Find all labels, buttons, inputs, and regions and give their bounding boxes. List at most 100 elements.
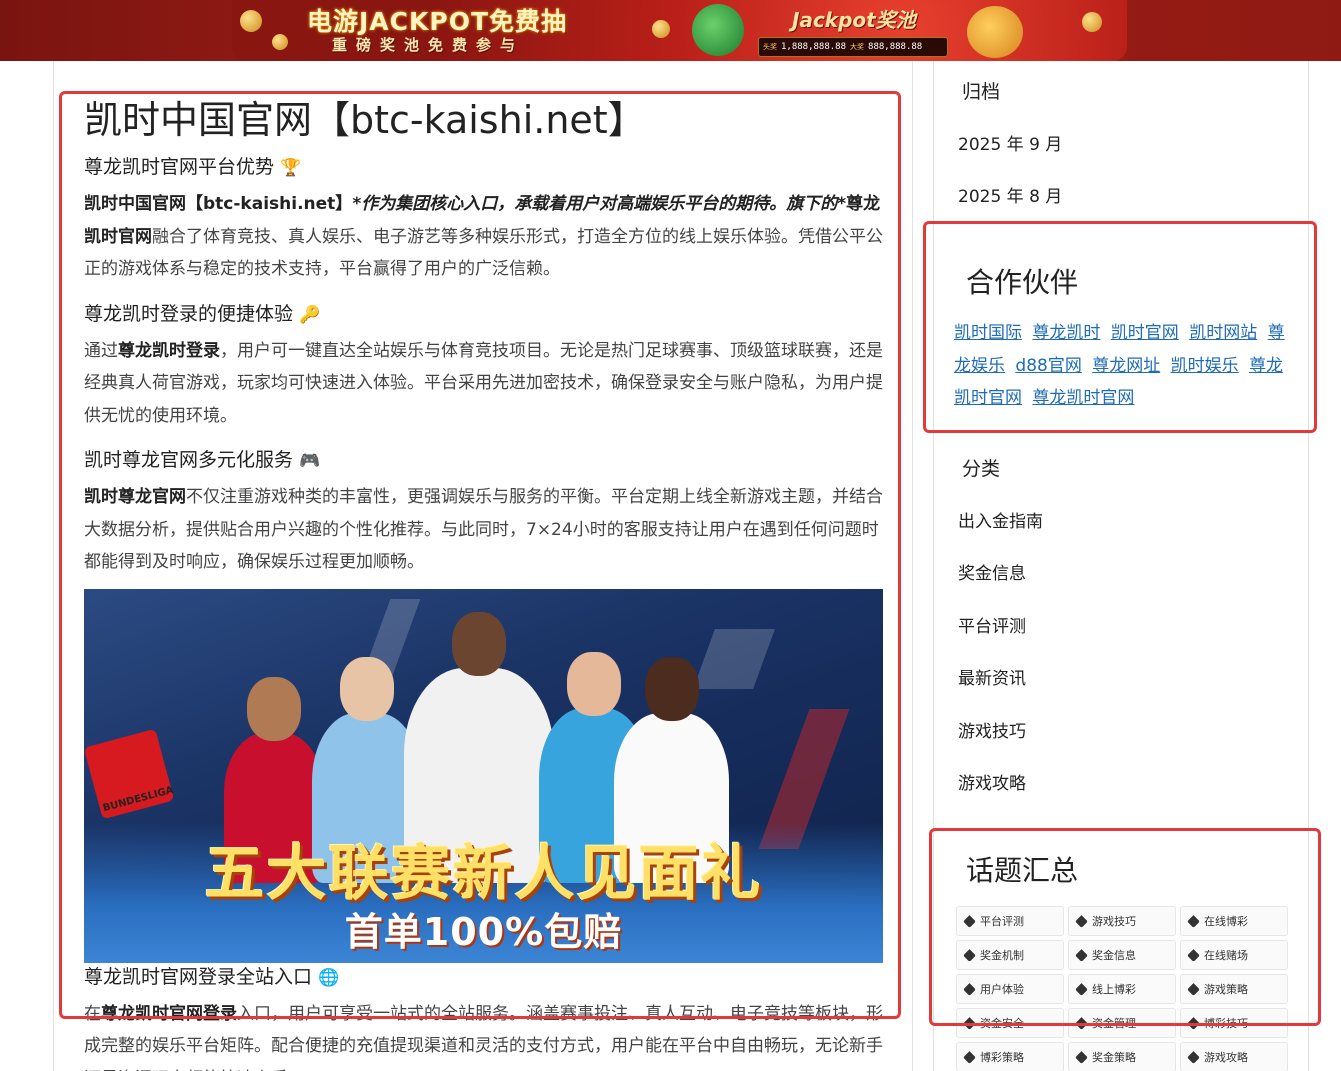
partner-link[interactable]: 凯时官网 (1111, 323, 1179, 343)
prize-1-tag: 头奖 (763, 43, 777, 51)
partner-link[interactable]: 尊龙凯时 (1032, 323, 1100, 343)
topic-tag[interactable]: 游戏策略 (1180, 974, 1288, 1004)
promo-subtitle: 首单100%包赔 (344, 909, 623, 954)
topic-tag-cloud: 平台评测 游戏技巧 在线博彩 奖金机制 奖金信息 在线赌场 用户体验 线上博彩 … (956, 906, 1290, 1071)
top-banner[interactable]: 电游JACKPOT免费抽 重磅奖池免费参与 Jackpot奖池 头奖 1,888… (0, 0, 1341, 61)
section-heading-text: 凯时尊龙官网多元化服务 (84, 449, 294, 471)
topic-tag[interactable]: 资金管理 (1068, 1008, 1176, 1038)
topic-tag-label: 在线博彩 (1204, 915, 1248, 928)
topic-tag[interactable]: 在线博彩 (1180, 906, 1288, 936)
topic-tag-label: 博彩技巧 (1204, 1017, 1248, 1030)
topic-tag[interactable]: 奖金策略 (1068, 1042, 1176, 1071)
italic-text: *作为集团核心入口，承载着用户对高端娱乐平台的期待。旗下的* (352, 194, 847, 214)
prize-1-value: 1,888,888.88 (781, 42, 847, 52)
topic-tag-label: 游戏策略 (1204, 983, 1248, 996)
jackpot-pool-title: Jackpot奖池 (792, 8, 916, 32)
category-item[interactable]: 游戏攻略 (958, 769, 1026, 794)
section-heading-text: 尊龙凯时官网登录全站入口 (84, 965, 313, 988)
topic-tag[interactable]: 游戏技巧 (1068, 906, 1176, 936)
tag-icon (1187, 1016, 1200, 1030)
tag-icon (1075, 948, 1088, 962)
tag-icon (1187, 1050, 1200, 1064)
topic-tag[interactable]: 线上博彩 (1068, 974, 1176, 1004)
tag-icon (1075, 914, 1088, 928)
topic-tag[interactable]: 用户体验 (956, 974, 1064, 1004)
partner-link[interactable]: 尊龙凯时官网 (1032, 388, 1134, 408)
bold-text: 尊龙凯时官网登录 (101, 1003, 237, 1024)
partner-link[interactable]: d88官网 (1015, 356, 1081, 376)
topic-tag-label: 游戏技巧 (1092, 915, 1136, 928)
key-icon: 🔑 (299, 304, 321, 325)
tag-icon (963, 1050, 976, 1064)
article: 凯时中国官网【btc-kaishi.net】 尊龙凯时官网平台优势 🏆 凯时中国官… (84, 93, 884, 1071)
topic-tag[interactable]: 平台评测 (956, 906, 1064, 936)
tag-icon (1075, 982, 1088, 996)
topic-tag[interactable]: 游戏攻略 (1180, 1042, 1288, 1071)
partner-link[interactable]: 尊龙网址 (1092, 356, 1160, 376)
section-heading-services: 凯时尊龙官网多元化服务 🎮 (84, 446, 884, 475)
partner-link[interactable]: 凯时网站 (1189, 323, 1257, 343)
dragon-icon (692, 4, 744, 56)
topic-tag-label: 资金管理 (1092, 1017, 1136, 1030)
bold-text: 凯时中国官网【btc-kaishi.net】 (84, 194, 353, 214)
topic-tag[interactable]: 博彩技巧 (1180, 1008, 1288, 1038)
topic-tag[interactable]: 博彩策略 (956, 1042, 1064, 1071)
topic-tag-label: 游戏攻略 (1204, 1051, 1248, 1064)
topic-tag[interactable]: 在线赌场 (1180, 940, 1288, 970)
topic-tag-label: 在线赌场 (1204, 949, 1248, 962)
tag-icon (1187, 982, 1200, 996)
archive-heading: 归档 (962, 81, 1001, 103)
section-heading-advantages: 尊龙凯时官网平台优势 🏆 (84, 153, 884, 182)
paragraph-login: 通过尊龙凯时登录，用户可一键直达全站娱乐与体育竞技项目。无论是热门足球赛事、顶级… (84, 335, 884, 433)
main-content: 凯时中国官网【btc-kaishi.net】 尊龙凯时官网平台优势 🏆 凯时中国官… (53, 61, 913, 1071)
section-heading-text: 尊龙凯时登录的便捷体验 (84, 302, 294, 325)
category-item[interactable]: 游戏技巧 (958, 717, 1026, 742)
jackpot-subtitle: 重磅奖池免费参与 (332, 36, 525, 54)
tag-icon (963, 948, 976, 962)
topic-tag-label: 资金安全 (980, 1017, 1024, 1030)
sidebar: 归档 2025 年 9 月 2025 年 8 月 合作伙伴 凯时国际 尊龙凯时 … (933, 61, 1309, 1071)
paragraph-services: 凯时尊龙官网不仅注重游戏种类的丰富性，更强调娱乐与服务的平衡。平台定期上线全新游… (84, 481, 884, 579)
topic-tag-label: 平台评测 (980, 915, 1024, 928)
tag-icon (1075, 1050, 1088, 1064)
body-text: 融合了体育竞技、真人娱乐、电子游艺等多种娱乐形式，打造全方位的线上娱乐体验。凭借… (84, 226, 883, 280)
topic-tag-label: 奖金机制 (980, 949, 1024, 962)
topic-tag-label: 线上博彩 (1092, 983, 1136, 996)
topic-tag-label: 博彩策略 (980, 1051, 1024, 1064)
topic-tag[interactable]: 资金安全 (956, 1008, 1064, 1038)
promo-image[interactable]: BUNDESLIGA 五大联赛新人见面礼 首单100%包赔 (84, 588, 883, 963)
category-item[interactable]: 出入金指南 (958, 507, 1043, 532)
body-text: 不仅注重游戏种类的丰富性，更强调娱乐与服务的平衡。平台定期上线全新游戏主题，并结… (84, 487, 883, 572)
partners-heading: 合作伙伴 (966, 266, 1079, 299)
trophy-icon: 🏆 (280, 158, 302, 178)
body-text: 在 (84, 1003, 101, 1024)
topics-heading: 话题汇总 (966, 854, 1079, 887)
tag-icon (1187, 948, 1200, 962)
tag-icon (1075, 1016, 1088, 1030)
tiger-icon (967, 6, 1023, 58)
partner-link[interactable]: 凯时娱乐 (1171, 356, 1239, 376)
paragraph-advantages: 凯时中国官网【btc-kaishi.net】*作为集团核心入口，承载着用户对高端… (84, 188, 884, 286)
section-heading-text: 尊龙凯时官网平台优势 (84, 156, 275, 178)
jackpot-banner-image[interactable]: 电游JACKPOT免费抽 重磅奖池免费参与 Jackpot奖池 头奖 1,888… (232, 0, 1127, 61)
category-item[interactable]: 平台评测 (958, 612, 1026, 637)
archive-item[interactable]: 2025 年 8 月 (958, 182, 1062, 207)
promo-title: 五大联赛新人见面礼 (204, 838, 763, 909)
paragraph-entry: 在尊龙凯时官网登录入口，用户可享受一站式的全站服务。涵盖赛事投注、真人互动、电子… (84, 998, 884, 1071)
bold-text: 凯时尊龙官网 (84, 487, 186, 507)
tag-icon (963, 982, 976, 996)
topic-tag[interactable]: 奖金机制 (956, 940, 1064, 970)
page-title: 凯时中国官网【btc-kaishi.net】 (84, 98, 646, 142)
topic-tag-label: 奖金策略 (1092, 1051, 1136, 1064)
tag-icon (963, 1016, 976, 1030)
tag-icon (963, 914, 976, 928)
topic-tag[interactable]: 奖金信息 (1068, 940, 1176, 970)
partner-link[interactable]: 凯时国际 (954, 323, 1022, 343)
gamepad-icon: 🎮 (299, 451, 321, 471)
archive-item[interactable]: 2025 年 9 月 (958, 130, 1062, 155)
jackpot-prize-panel: 头奖 1,888,888.88 大奖 888,888.88 (758, 37, 948, 57)
category-item[interactable]: 最新资讯 (958, 664, 1026, 689)
jackpot-title: 电游JACKPOT免费抽 (307, 7, 567, 36)
topic-tag-label: 奖金信息 (1092, 949, 1136, 962)
category-item[interactable]: 奖金信息 (958, 559, 1026, 584)
